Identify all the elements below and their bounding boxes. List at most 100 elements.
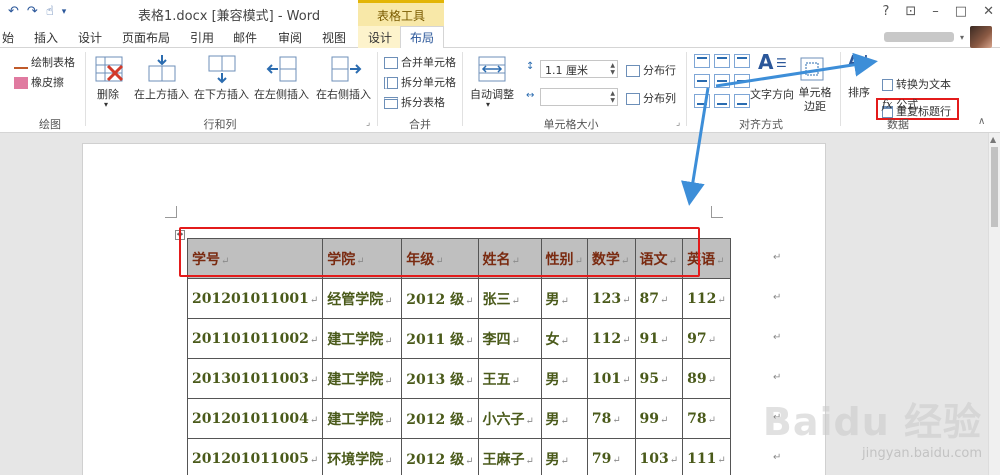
table-cell[interactable]: 201301011003↵: [186, 358, 324, 399]
table-cell[interactable]: 2013 级↵: [401, 358, 479, 399]
table-cell[interactable]: 103↵: [634, 438, 684, 475]
table-cell[interactable]: 95↵: [634, 358, 684, 399]
customize-qat-icon[interactable]: ▾: [62, 7, 67, 17]
convert-to-text-button[interactable]: 转换为文本: [882, 76, 951, 92]
sort-button[interactable]: 排序: [848, 84, 870, 100]
undo-icon[interactable]: ↶: [8, 4, 19, 19]
tab-view[interactable]: 视图: [322, 29, 346, 46]
spinner-arrows[interactable]: ▲ ▼: [610, 90, 615, 104]
merge-cells-button[interactable]: 合并单元格: [384, 54, 456, 70]
table-cell[interactable]: 王五↵: [477, 358, 542, 399]
row-height-input[interactable]: 1.1 厘米 ▲ ▼: [540, 60, 618, 78]
table-cell[interactable]: 78↵: [682, 398, 731, 439]
insert-right-icon[interactable]: [330, 54, 362, 84]
user-account[interactable]: ▾: [883, 26, 992, 48]
table-cell[interactable]: 89↵: [682, 358, 731, 399]
dialog-launcher-icon[interactable]: ⌟: [366, 118, 370, 128]
table-cell[interactable]: 女↵: [540, 318, 588, 359]
autofit-icon[interactable]: [476, 54, 508, 84]
table-cell[interactable]: 2011 级↵: [401, 318, 479, 359]
table-cell[interactable]: 101↵: [586, 358, 636, 399]
maximize-button[interactable]: □: [955, 4, 967, 19]
align-bottom-center-button[interactable]: [714, 94, 730, 108]
delete-table-icon[interactable]: [94, 54, 126, 84]
avatar[interactable]: [970, 26, 992, 48]
dialog-launcher-icon[interactable]: ⌟: [676, 118, 680, 128]
align-bottom-right-button[interactable]: [734, 94, 750, 108]
insert-above-icon[interactable]: [146, 54, 178, 84]
table-cell[interactable]: 112↵: [682, 278, 731, 319]
formula-button[interactable]: fx 公式: [882, 96, 918, 112]
table-cell[interactable]: 张三↵: [477, 278, 542, 319]
ribbon-display-icon[interactable]: ⊡: [905, 4, 916, 19]
tab-design[interactable]: 设计: [78, 29, 102, 46]
autofit-button[interactable]: 自动调整: [470, 86, 514, 102]
tab-references[interactable]: 引用: [190, 29, 214, 46]
redo-icon[interactable]: ↷: [27, 4, 38, 19]
table-cell[interactable]: 201101011002↵: [186, 318, 324, 359]
table-cell[interactable]: 王麻子↵: [477, 438, 542, 475]
align-top-left-button[interactable]: [694, 54, 710, 68]
split-cells-button[interactable]: 拆分单元格: [384, 74, 456, 90]
distribute-cols-button[interactable]: 分布列: [626, 90, 676, 106]
table-cell[interactable]: 建工学院↵: [322, 358, 403, 399]
tab-table-design[interactable]: 设计: [368, 29, 392, 46]
table-cell[interactable]: 经管学院↵: [322, 278, 403, 319]
table-cell[interactable]: 男↵: [540, 358, 588, 399]
align-top-center-button[interactable]: [714, 54, 730, 68]
touch-mode-icon[interactable]: ☝: [46, 4, 54, 19]
close-button[interactable]: ✕: [983, 4, 994, 19]
table-cell[interactable]: 201201011005↵: [186, 438, 324, 475]
text-direction-button[interactable]: 文字方向: [750, 86, 794, 102]
cell-margins-icon[interactable]: [798, 54, 826, 84]
table-cell[interactable]: 87↵: [634, 278, 684, 319]
insert-below-button[interactable]: 在下方插入: [194, 86, 249, 102]
table-cell[interactable]: 112↵: [586, 318, 636, 359]
scroll-thumb[interactable]: [991, 147, 998, 227]
align-top-right-button[interactable]: [734, 54, 750, 68]
collapse-ribbon-icon[interactable]: ∧: [978, 116, 985, 127]
draw-table-button[interactable]: 绘制表格: [14, 54, 75, 70]
insert-right-button[interactable]: 在右侧插入: [316, 86, 371, 102]
table-cell[interactable]: 2012 级↵: [401, 398, 479, 439]
cell-margins-button[interactable]: 单元格边距: [797, 86, 833, 114]
table-cell[interactable]: 李四↵: [477, 318, 542, 359]
table-cell[interactable]: 环境学院↵: [322, 438, 403, 475]
table-cell[interactable]: 201201011001↵: [186, 278, 324, 319]
table-cell[interactable]: 91↵: [634, 318, 684, 359]
align-middle-center-button[interactable]: [714, 74, 730, 88]
align-middle-right-button[interactable]: [734, 74, 750, 88]
eraser-button[interactable]: 橡皮擦: [14, 74, 64, 90]
table-cell[interactable]: 97↵: [682, 318, 731, 359]
table-cell[interactable]: 2012 级↵: [401, 278, 479, 319]
sort-icon[interactable]: A↓: [848, 52, 872, 70]
table-cell[interactable]: 201201011004↵: [186, 398, 324, 439]
table-cell[interactable]: 78↵: [586, 398, 636, 439]
tab-review[interactable]: 审阅: [278, 29, 302, 46]
tab-table-layout[interactable]: 布局: [410, 29, 434, 46]
insert-above-button[interactable]: 在上方插入: [134, 86, 189, 102]
minimize-button[interactable]: –: [932, 4, 939, 19]
table-cell[interactable]: 建工学院↵: [322, 398, 403, 439]
table-cell[interactable]: 男↵: [540, 398, 588, 439]
vertical-scrollbar[interactable]: ▲: [988, 133, 1000, 475]
column-width-input[interactable]: ▲ ▼: [540, 88, 618, 106]
tab-page-layout[interactable]: 页面布局: [122, 29, 170, 46]
tab-mailings[interactable]: 邮件: [233, 29, 257, 46]
table-cell[interactable]: 111↵: [682, 438, 731, 475]
table-cell[interactable]: 男↵: [540, 278, 588, 319]
scroll-up-icon[interactable]: ▲: [990, 135, 996, 144]
distribute-rows-button[interactable]: 分布行: [626, 62, 676, 78]
table-cell[interactable]: 小六子↵: [477, 398, 542, 439]
table-cell[interactable]: 建工学院↵: [322, 318, 403, 359]
insert-left-icon[interactable]: [266, 54, 298, 84]
table-cell[interactable]: 2012 级↵: [401, 438, 479, 475]
tab-home[interactable]: 始: [2, 29, 14, 46]
align-bottom-left-button[interactable]: [694, 94, 710, 108]
align-middle-left-button[interactable]: [694, 74, 710, 88]
help-icon[interactable]: ?: [882, 4, 889, 19]
table-cell[interactable]: 79↵: [586, 438, 636, 475]
tab-insert[interactable]: 插入: [34, 29, 58, 46]
text-direction-icon[interactable]: A: [758, 50, 773, 74]
spinner-arrows[interactable]: ▲ ▼: [610, 62, 615, 76]
